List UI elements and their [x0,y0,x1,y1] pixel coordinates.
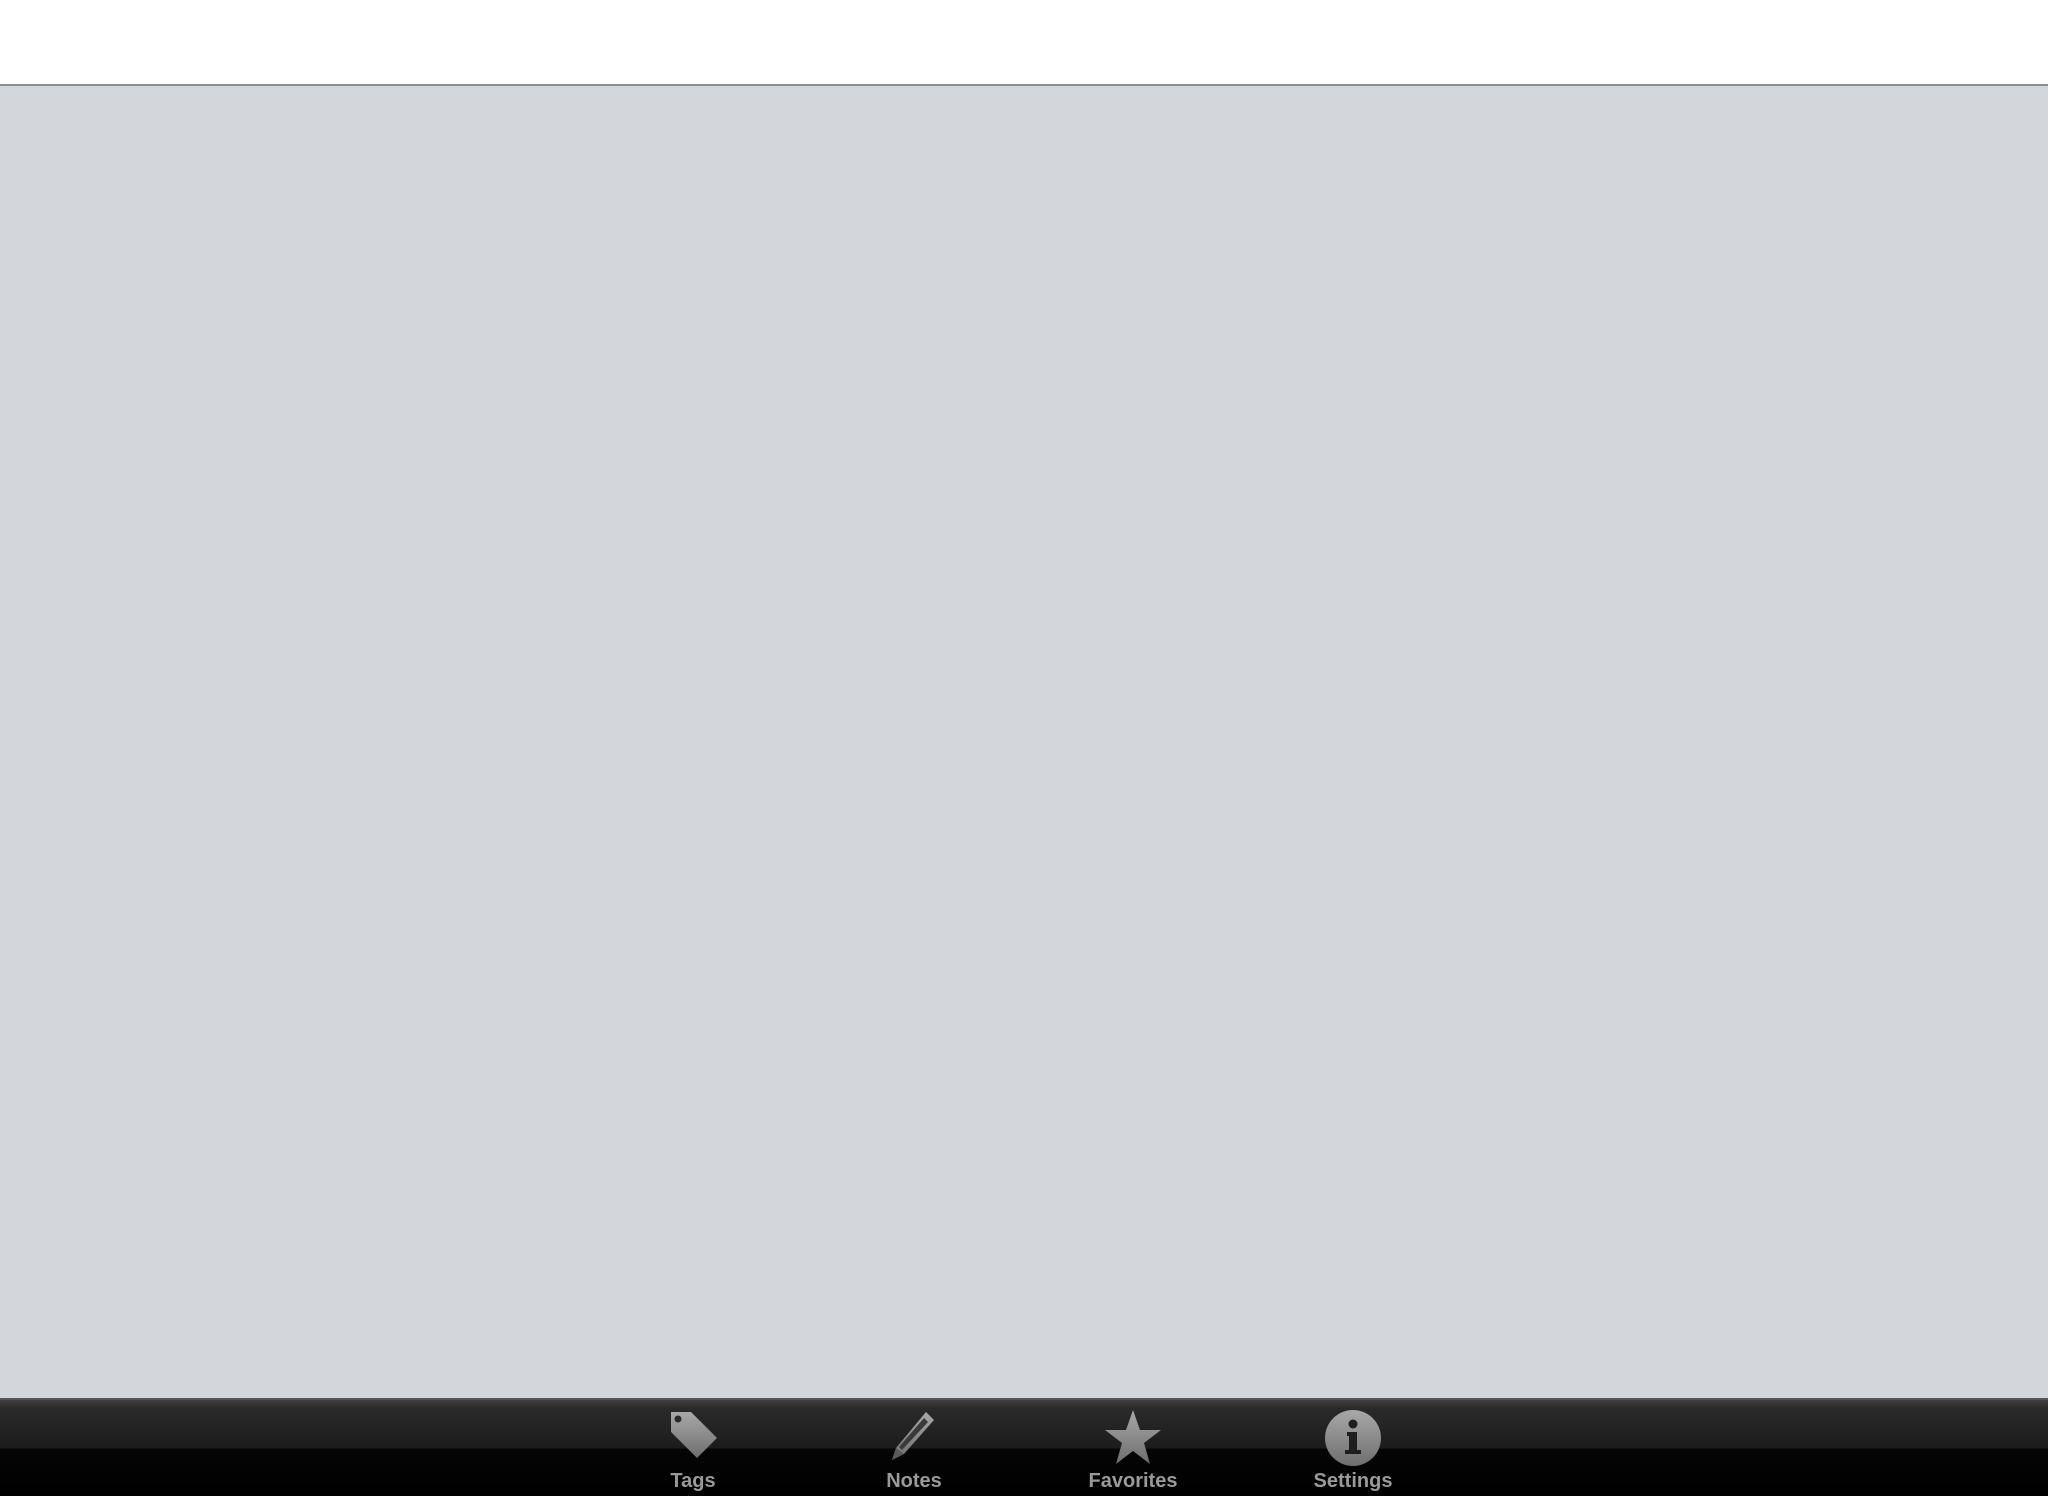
tab-settings-label: Settings [1313,1470,1393,1492]
tab-notes-label: Notes [886,1470,942,1492]
star-icon [1105,1410,1161,1464]
tab-settings[interactable]: Settings [1278,1400,1428,1496]
main-content-area [0,86,2048,1398]
info-icon [1325,1410,1381,1466]
tag-icon [671,1412,717,1458]
top-navigation-bar [0,0,2048,86]
tab-tags[interactable]: Tags [618,1400,768,1496]
tab-bar: Tags Notes Favorites Settings [0,1398,2048,1496]
tab-favorites[interactable]: Favorites [1058,1400,1208,1496]
tab-tags-label: Tags [670,1470,716,1492]
tab-favorites-label: Favorites [1088,1470,1178,1492]
tab-notes[interactable]: Notes [839,1400,989,1496]
pencil-icon [892,1412,934,1460]
